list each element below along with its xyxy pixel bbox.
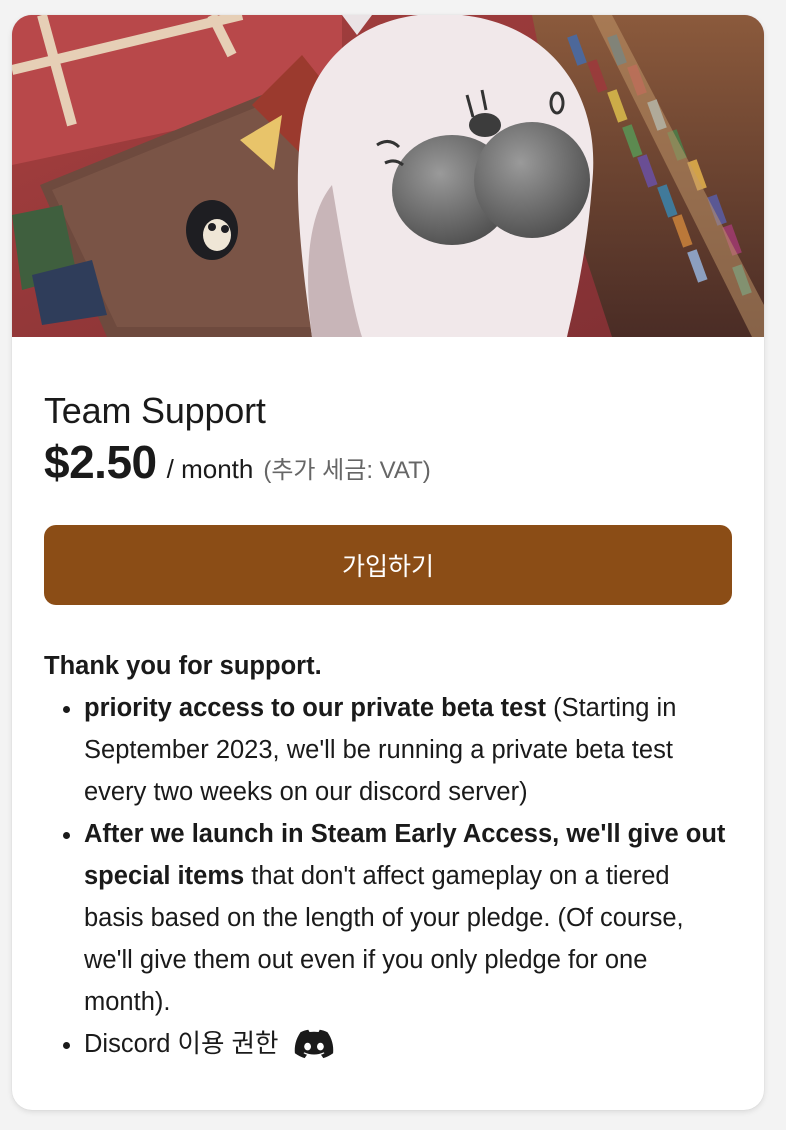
tier-description: Thank you for support. priority access t…	[44, 645, 734, 1073]
list-item: priority access to our private beta test…	[84, 687, 734, 813]
tier-details: Team Support $2.50 / month (추가 세금: VAT) …	[44, 385, 734, 1073]
benefit-text: Discord 이용 권한	[84, 1030, 279, 1058]
benefits-list: priority access to our private beta test…	[44, 687, 734, 1073]
join-button[interactable]: 가입하기	[44, 525, 732, 605]
benefit-highlight: priority access to our private beta test	[84, 694, 546, 722]
description-intro: Thank you for support.	[44, 652, 322, 680]
tax-note: (추가 세금: VAT)	[263, 457, 431, 484]
price-row: $2.50 / month (추가 세금: VAT)	[44, 435, 734, 489]
billing-period: / month	[166, 454, 254, 484]
tier-card: Team Support $2.50 / month (추가 세금: VAT) …	[12, 15, 764, 1110]
list-item: Discord 이용 권한	[84, 1023, 734, 1073]
tier-price: $2.50	[44, 436, 157, 488]
tier-banner-image	[12, 15, 764, 337]
tier-title: Team Support	[44, 390, 266, 431]
discord-icon	[294, 1028, 334, 1073]
list-item: After we launch in Steam Early Access, w…	[84, 813, 734, 1023]
